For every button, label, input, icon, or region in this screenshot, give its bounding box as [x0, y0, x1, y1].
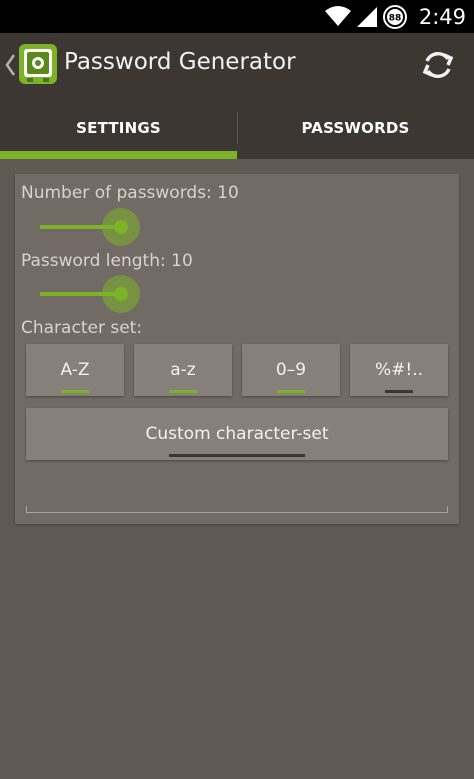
- battery-level: 88: [389, 13, 402, 23]
- toggle-off-indicator: [169, 454, 305, 457]
- toggle-on-indicator: [277, 390, 305, 393]
- tab-settings[interactable]: SETTINGS: [0, 97, 237, 159]
- toggle-on-indicator: [169, 390, 197, 393]
- charset-digits-toggle[interactable]: 0–9: [242, 344, 340, 396]
- charset-uppercase-label: A-Z: [60, 360, 90, 380]
- custom-charset-button[interactable]: Custom character-set: [26, 408, 448, 460]
- safe-icon[interactable]: [18, 43, 58, 85]
- charset-lowercase-toggle[interactable]: a-z: [134, 344, 232, 396]
- wifi-icon: [324, 5, 351, 26]
- tab-settings-label: SETTINGS: [76, 119, 161, 137]
- settings-panel: Number of passwords: 10 Password length:…: [15, 174, 459, 524]
- tab-selected-indicator: [0, 151, 237, 159]
- tab-divider: [237, 112, 238, 144]
- password-length-slider[interactable]: [40, 274, 155, 314]
- refresh-icon[interactable]: [420, 47, 456, 83]
- status-time: 2:49: [418, 4, 466, 29]
- custom-charset-input[interactable]: [26, 476, 448, 513]
- slider-thumb[interactable]: [114, 220, 128, 234]
- status-icons: 88 2:49: [324, 0, 466, 33]
- app-title: Password Generator: [64, 49, 296, 75]
- slider-thumb[interactable]: [114, 287, 128, 301]
- charset-symbols-label: %#!..: [374, 360, 424, 380]
- tab-passwords[interactable]: PASSWORDS: [237, 97, 474, 159]
- custom-charset-label: Custom character-set: [145, 424, 329, 444]
- status-bar: 88 2:49: [0, 0, 474, 33]
- password-length-label: Password length: 10: [21, 251, 193, 271]
- charset-symbols-toggle[interactable]: %#!..: [350, 344, 448, 396]
- number-of-passwords-label: Number of passwords: 10: [21, 183, 239, 203]
- battery-icon: 88: [382, 4, 407, 29]
- action-bar: Password Generator: [0, 33, 474, 97]
- signal-icon: [356, 6, 377, 27]
- charset-lowercase-label: a-z: [170, 360, 196, 380]
- character-set-toggles: A-Z a-z 0–9 %#!..: [26, 344, 448, 396]
- number-of-passwords-slider[interactable]: [40, 207, 155, 247]
- back-chevron-icon[interactable]: [4, 51, 16, 79]
- charset-uppercase-toggle[interactable]: A-Z: [26, 344, 124, 396]
- charset-digits-label: 0–9: [275, 360, 307, 380]
- character-set-label: Character set:: [21, 318, 143, 338]
- toggle-off-indicator: [385, 390, 413, 393]
- toggle-on-indicator: [61, 390, 89, 393]
- tab-passwords-label: PASSWORDS: [301, 119, 410, 137]
